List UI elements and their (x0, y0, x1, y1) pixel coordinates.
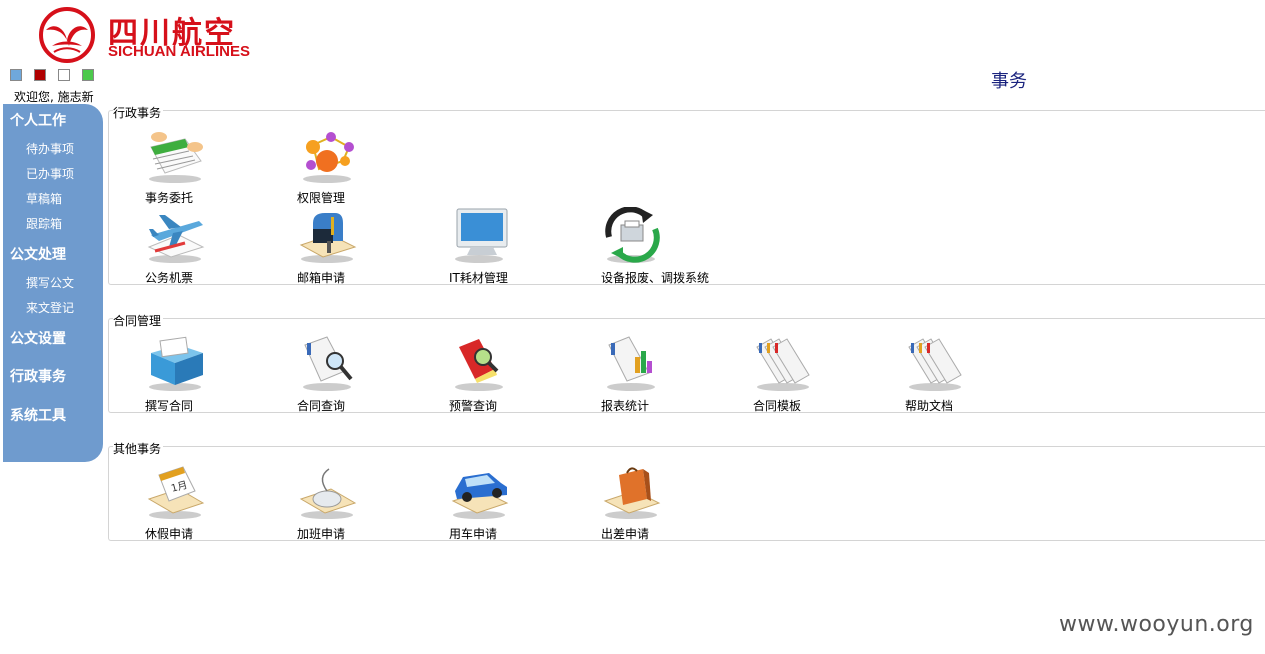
theme-swatches (10, 69, 94, 81)
sidebar-item-incoming-register[interactable]: 来文登记 (26, 299, 74, 316)
contract-box-icon (149, 336, 203, 391)
delegate-tile[interactable]: 事务委托 (145, 127, 225, 207)
sidebar-item-admin-affairs[interactable]: 行政事务 (10, 366, 66, 386)
write-contract-label: 撰写合同 (145, 399, 194, 413)
overtime-tile[interactable]: 加班申请 (297, 463, 377, 543)
ticket-label: 公务机票 (145, 271, 194, 285)
monitor-icon (455, 208, 508, 263)
welcome-text: 欢迎您, 施志新 (14, 90, 94, 104)
sidebar-item-drafts[interactable]: 草稿箱 (26, 190, 62, 207)
business-trip-tile[interactable]: 出差申请 (601, 463, 681, 543)
sidebar-item-document-processing[interactable]: 公文处理 (10, 244, 66, 264)
alert-search-icon (455, 339, 503, 391)
contract-template-tile[interactable]: 合同模板 (753, 335, 833, 415)
permission-label: 权限管理 (297, 191, 346, 205)
mailbox-label: 邮箱申请 (297, 271, 346, 285)
sidebar: 个人工作 待办事项 已办事项 草稿箱 跟踪箱 公文处理 撰写公文 来文登记 公文… (3, 104, 103, 462)
car-icon (451, 473, 509, 519)
other-affairs-panel (108, 446, 1265, 541)
admin-affairs-title: 行政事务 (113, 104, 164, 121)
vehicle-label: 用车申请 (449, 527, 498, 541)
mailbox-tile[interactable]: 邮箱申请 (297, 207, 377, 287)
equipment-label: 设备报废、调拨系统 (601, 271, 710, 285)
report-stats-label: 报表统计 (601, 399, 650, 413)
business-trip-label: 出差申请 (601, 527, 650, 541)
alert-query-label: 预警查询 (449, 399, 498, 413)
help-docs-tile[interactable]: 帮助文档 (905, 335, 985, 415)
airplane-ticket-icon (147, 215, 205, 263)
contract-query-label: 合同查询 (297, 399, 346, 413)
theme-swatch-red[interactable] (34, 69, 46, 81)
admin-affairs-panel (108, 110, 1265, 285)
delegate-label: 事务委托 (145, 191, 194, 205)
leave-tile[interactable]: 1月 休假申请 (145, 463, 225, 543)
contract-template-label: 合同模板 (753, 399, 802, 413)
sidebar-item-todo[interactable]: 待办事项 (26, 140, 74, 157)
theme-swatch-blue[interactable] (10, 69, 22, 81)
ticket-tile[interactable]: 公务机票 (145, 207, 225, 287)
page-title: 事务 (991, 71, 1027, 92)
permission-network-icon (303, 132, 354, 183)
contract-query-tile[interactable]: 合同查询 (297, 335, 377, 415)
watermark-text: www.wooyun.org (1059, 612, 1254, 637)
it-supplies-tile[interactable]: IT耗材管理 (449, 207, 529, 287)
sidebar-item-done[interactable]: 已办事项 (26, 165, 74, 182)
mailbox-icon (299, 213, 357, 263)
contract-management-panel (108, 318, 1265, 413)
sidebar-item-system-tools[interactable]: 系统工具 (10, 405, 66, 425)
suitcase-icon (603, 467, 661, 519)
sidebar-item-personal-work[interactable]: 个人工作 (10, 110, 66, 130)
phoenix-logo-icon (39, 7, 95, 63)
alert-query-tile[interactable]: 预警查询 (449, 335, 529, 415)
report-stats-tile[interactable]: 报表统计 (601, 335, 681, 415)
help-documents-icon (908, 338, 962, 391)
equipment-transfer-icon (605, 207, 660, 263)
leave-label: 休假申请 (145, 527, 194, 541)
theme-swatch-white[interactable] (58, 69, 70, 81)
theme-swatch-green[interactable] (82, 69, 94, 81)
calendar-icon: 1月 (147, 466, 205, 519)
overtime-label: 加班申请 (297, 527, 346, 541)
logo-english-text: SICHUAN AIRLINES (108, 43, 250, 60)
delegate-icon (149, 132, 203, 183)
permission-tile[interactable]: 权限管理 (297, 127, 377, 207)
write-contract-tile[interactable]: 撰写合同 (145, 335, 225, 415)
contract-management-title: 合同管理 (113, 312, 164, 329)
other-affairs-title: 其他事务 (113, 440, 164, 457)
sichuan-airlines-logo: 四川航空 SICHUAN AIRLINES (38, 6, 263, 64)
sidebar-item-document-settings[interactable]: 公文设置 (10, 328, 66, 348)
it-supplies-label: IT耗材管理 (449, 271, 508, 285)
contract-search-icon (303, 336, 353, 391)
mouse-icon (299, 468, 357, 519)
equipment-tile[interactable]: 设备报废、调拨系统 (601, 207, 709, 287)
sidebar-item-write-document[interactable]: 撰写公文 (26, 274, 74, 291)
vehicle-tile[interactable]: 用车申请 (449, 463, 529, 543)
template-documents-icon (756, 338, 810, 391)
sidebar-item-tracking[interactable]: 跟踪箱 (26, 215, 62, 232)
help-docs-label: 帮助文档 (905, 399, 954, 413)
report-chart-icon (607, 336, 655, 391)
